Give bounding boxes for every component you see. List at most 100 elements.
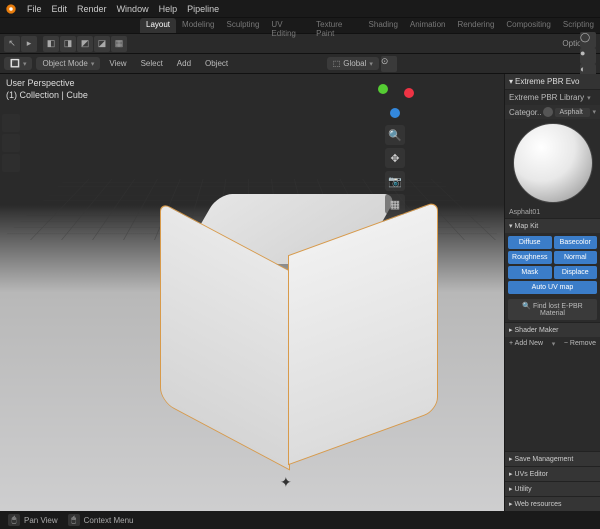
3d-cursor-icon: ✦ (280, 474, 292, 491)
map-diffuse-button[interactable]: Diffuse (508, 236, 552, 249)
uvs-editor-header[interactable]: ▸ UVs Editor (505, 466, 600, 481)
remove-button[interactable]: − Remove (564, 340, 596, 348)
play-icon[interactable]: ▸ (21, 36, 37, 52)
mouse-middle-icon: 🖱 (8, 514, 20, 526)
overlay-line1: User Perspective (6, 78, 88, 90)
menu-select[interactable]: Select (136, 57, 168, 70)
cube-object[interactable]: ✦ (180, 194, 400, 454)
editor-header: 🔳▾ Object Mode ▾ View Select Add Object … (0, 54, 600, 74)
triangle-right-icon: ▸ (509, 500, 513, 508)
auto-uv-button[interactable]: Auto UV map (508, 281, 597, 294)
material-preview-sphere[interactable] (513, 123, 593, 203)
editor-type-dropdown[interactable]: 🔳▾ (4, 57, 32, 70)
tab-shading[interactable]: Shading (363, 18, 404, 33)
shader-maker-header[interactable]: ▸ Shader Maker (505, 322, 600, 337)
axis-y-icon[interactable] (378, 84, 388, 94)
axis-z-icon[interactable] (390, 108, 400, 118)
tab-compositing[interactable]: Compositing (500, 18, 556, 33)
category-row: Categor.. Asphalt ▾ (505, 105, 600, 119)
zoom-icon[interactable]: 🔍 (385, 125, 405, 145)
main-area: User Perspective (1) Collection | Cube ✦… (0, 74, 600, 511)
mode-dropdown[interactable]: Object Mode ▾ (36, 57, 100, 70)
status-bar: 🖱 Pan View 🖱 Context Menu (0, 511, 600, 529)
cursor-tool[interactable] (2, 134, 20, 152)
tool-icon-e[interactable]: ▦ (111, 36, 127, 52)
status-context-label: Context Menu (84, 516, 134, 525)
tool-icon-d[interactable]: ◪ (94, 36, 110, 52)
pan-icon[interactable]: ✥ (385, 148, 405, 168)
triangle-right-icon: ▸ (509, 470, 513, 478)
viewport-nav-column: 🔍 ✥ 📷 ▦ (384, 78, 406, 214)
tab-rendering[interactable]: Rendering (451, 18, 500, 33)
secondary-toolbar: ↖ ▸ ◧ ◨ ◩ ◪ ▦ Options (0, 34, 600, 54)
chevron-down-icon: ▾ (592, 108, 596, 116)
shading-wireframe-icon[interactable]: ◯ (580, 32, 596, 48)
category-dropdown[interactable]: Asphalt (555, 108, 590, 117)
map-normal-button[interactable]: Normal (554, 251, 598, 264)
triangle-down-icon: ▾ (509, 222, 513, 230)
tab-uv-editing[interactable]: UV Editing (265, 18, 310, 33)
move-tool[interactable] (2, 154, 20, 172)
chevron-down-icon: ▾ (91, 60, 95, 68)
tab-texture-paint[interactable]: Texture Paint (310, 18, 362, 33)
tool-shelf (2, 114, 20, 172)
save-management-header[interactable]: ▸ Save Management (505, 451, 600, 466)
tool-icon-c[interactable]: ◩ (77, 36, 93, 52)
panel-title[interactable]: ▾ Extreme PBR Evo (505, 74, 600, 90)
utility-header[interactable]: ▸ Utility (505, 481, 600, 496)
tool-icon-b[interactable]: ◨ (60, 36, 76, 52)
orientation-dropdown[interactable]: ⬚ Global ▾ (327, 57, 379, 70)
menu-pipeline[interactable]: Pipeline (182, 2, 224, 16)
3d-viewport[interactable]: User Perspective (1) Collection | Cube ✦… (0, 74, 504, 511)
perspective-icon[interactable]: ▦ (385, 194, 405, 214)
category-icon (543, 107, 553, 117)
material-name: Asphalt01 (505, 207, 600, 218)
menu-file[interactable]: File (22, 2, 47, 16)
menu-window[interactable]: Window (112, 2, 154, 16)
app-logo-icon (4, 2, 18, 16)
map-displace-button[interactable]: Displace (554, 266, 598, 279)
workspace-tabs: Layout Modeling Sculpting UV Editing Tex… (0, 18, 600, 34)
save-management-label: Save Management (515, 456, 574, 463)
tab-sculpting[interactable]: Sculpting (221, 18, 266, 33)
tab-animation[interactable]: Animation (404, 18, 452, 33)
map-buttons: Diffuse Basecolor Roughness Normal Mask … (505, 233, 600, 297)
status-context: 🖱 Context Menu (68, 514, 134, 526)
find-lost-button[interactable]: 🔍 Find lost E-PBR Material (508, 299, 597, 320)
axis-x-icon[interactable] (404, 88, 414, 98)
map-mask-button[interactable]: Mask (508, 266, 552, 279)
tab-layout[interactable]: Layout (140, 18, 176, 33)
menu-help[interactable]: Help (154, 2, 183, 16)
library-label: Extreme PBR Library (509, 93, 584, 102)
library-row[interactable]: Extreme PBR Library ▾ (505, 90, 600, 105)
menu-render[interactable]: Render (72, 2, 112, 16)
camera-icon[interactable]: 📷 (385, 171, 405, 191)
web-resources-label: Web resources (515, 501, 562, 508)
select-tool[interactable] (2, 114, 20, 132)
uvs-editor-label: UVs Editor (515, 471, 548, 478)
shader-maker-label: Shader Maker (515, 327, 559, 334)
mapkit-header[interactable]: ▾ Map Kit (505, 218, 600, 233)
web-resources-header[interactable]: ▸ Web resources (505, 496, 600, 511)
map-basecolor-button[interactable]: Basecolor (554, 236, 598, 249)
tool-icon-a[interactable]: ◧ (43, 36, 59, 52)
menu-edit[interactable]: Edit (47, 2, 73, 16)
status-pan-label: Pan View (24, 516, 58, 525)
menu-object[interactable]: Object (200, 57, 233, 70)
mouse-right-icon: 🖱 (68, 514, 80, 526)
add-remove-row: + Add New ▾ − Remove (505, 337, 600, 351)
status-pan: 🖱 Pan View (8, 514, 58, 526)
menu-view[interactable]: View (104, 57, 131, 70)
pivot-icon[interactable]: ⊙ (381, 56, 397, 72)
menu-add[interactable]: Add (172, 57, 196, 70)
side-panel: ▾ Extreme PBR Evo Extreme PBR Library ▾ … (504, 74, 600, 511)
panel-title-text: Extreme PBR Evo (515, 77, 579, 86)
cursor-tool-icon[interactable]: ↖ (4, 36, 20, 52)
tab-modeling[interactable]: Modeling (176, 18, 220, 33)
nav-gizmo[interactable] (374, 78, 416, 120)
add-new-button[interactable]: + Add New (509, 340, 543, 348)
shading-solid-icon[interactable]: ● (580, 48, 596, 64)
viewport-overlay: User Perspective (1) Collection | Cube (6, 78, 88, 101)
map-roughness-button[interactable]: Roughness (508, 251, 552, 264)
triangle-right-icon: ▸ (509, 485, 513, 493)
